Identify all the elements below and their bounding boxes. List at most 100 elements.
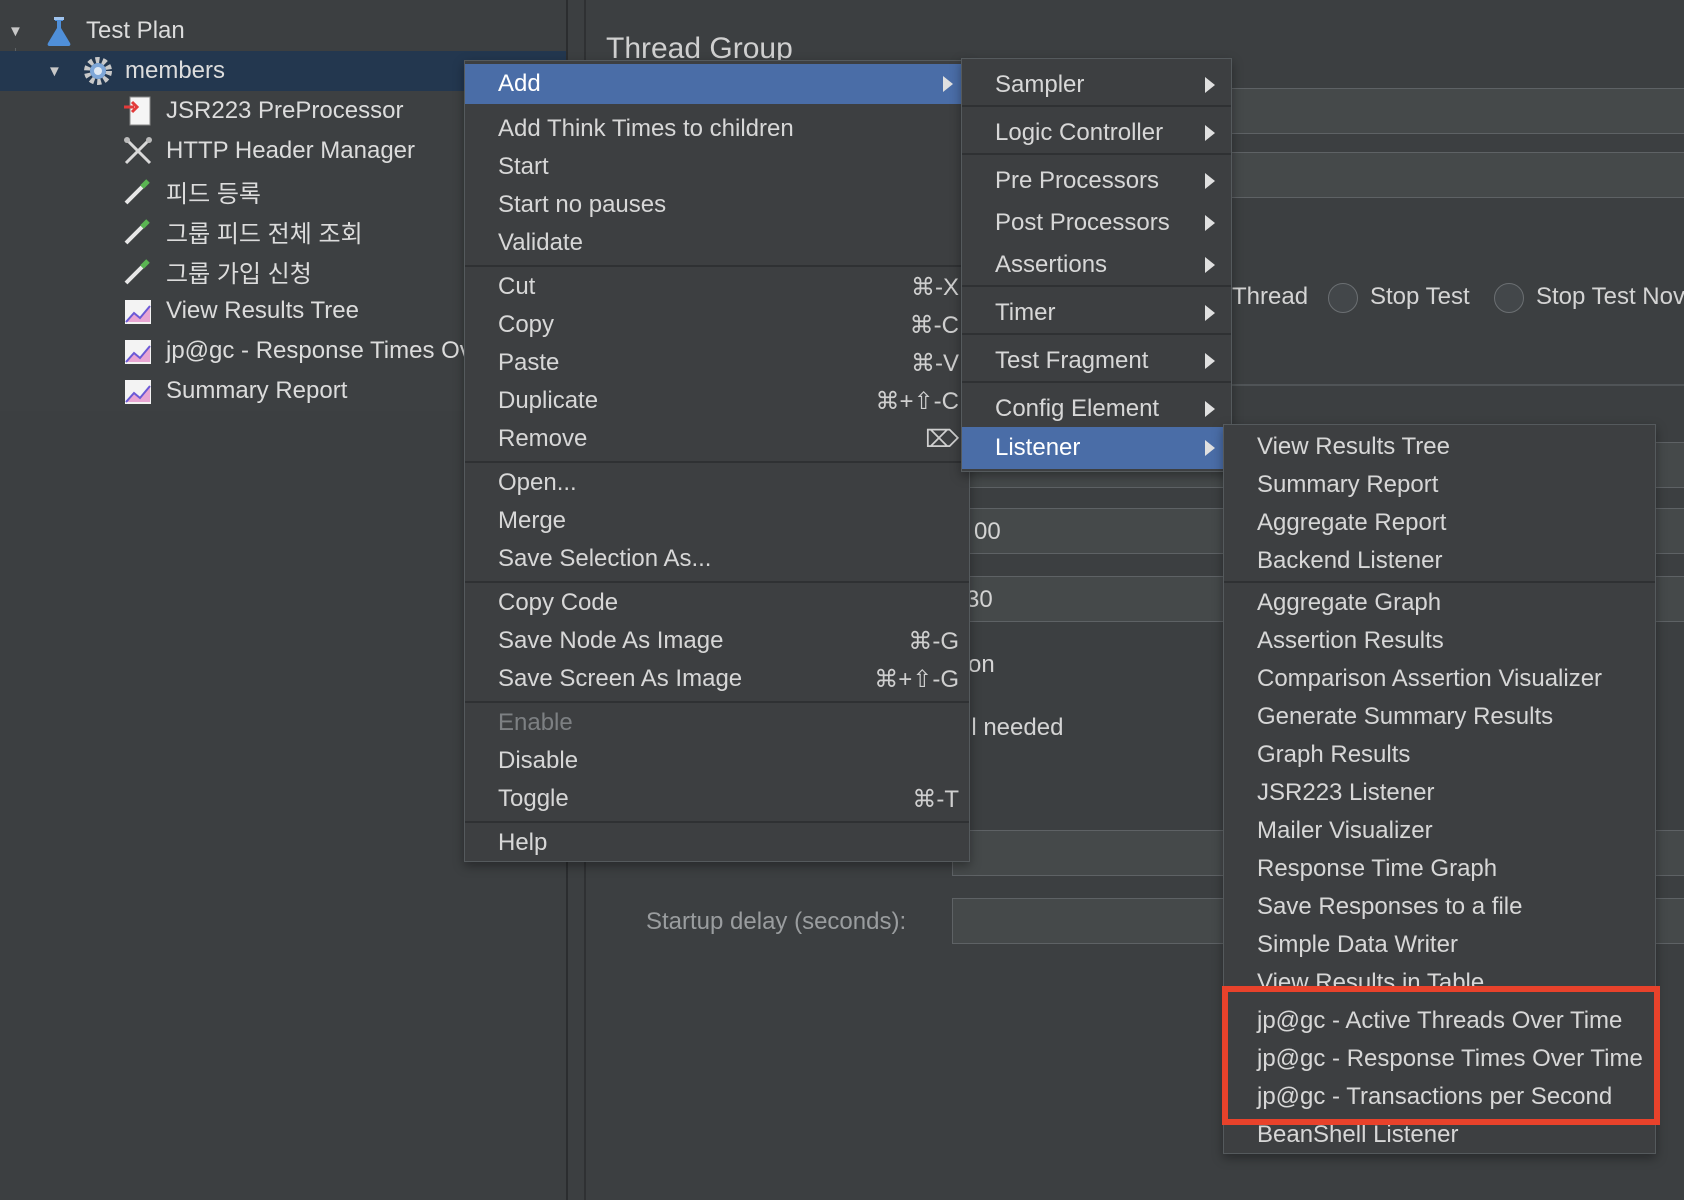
tree-item-label: jp@gc - Response Times Ov xyxy=(166,337,472,364)
delay-thread-creation-label: il needed xyxy=(966,714,1064,741)
preprocessor-icon xyxy=(121,94,155,128)
radio-label-start-next-thread: Thread xyxy=(1232,283,1309,310)
listener-response-time-graph[interactable]: Response Time Graph xyxy=(1224,851,1655,887)
graph-icon xyxy=(121,334,155,368)
submenu-item-post-processors[interactable]: Post Processors xyxy=(962,203,1231,243)
listener-backend-listener[interactable]: Backend Listener xyxy=(1224,543,1655,579)
submenu-item-pre-processors[interactable]: Pre Processors xyxy=(962,161,1231,201)
stop-test-radio[interactable] xyxy=(1328,283,1358,313)
listener-view-results-tree[interactable]: View Results Tree xyxy=(1224,429,1655,465)
submenu-item-listener[interactable]: Listener xyxy=(962,427,1231,469)
menu-item-start-no-pauses[interactable]: Start no pauses xyxy=(465,187,969,223)
tree-item-label: Summary Report xyxy=(166,377,348,404)
tree-item-label: members xyxy=(125,57,226,84)
pipette-icon xyxy=(121,174,155,208)
submenu-item-sampler[interactable]: Sampler xyxy=(962,65,1231,105)
menu-separator xyxy=(465,265,969,267)
tools-icon xyxy=(121,134,155,168)
tree-item-label: 그룹 가입 신청 xyxy=(166,260,312,288)
menu-item-enable: Enable xyxy=(498,709,573,736)
listener-comparison-assertion-visualizer[interactable]: Comparison Assertion Visualizer xyxy=(1224,661,1655,697)
same-user-label: on xyxy=(968,651,995,678)
listener-graph-results[interactable]: Graph Results xyxy=(1224,737,1655,773)
submenu-item-test-fragment[interactable]: Test Fragment xyxy=(962,341,1231,381)
menu-separator xyxy=(962,285,1231,287)
menu-item-remove[interactable]: Remove ⌦ xyxy=(465,421,969,457)
menu-item-open[interactable]: Open... xyxy=(465,465,969,501)
flask-icon xyxy=(42,14,76,48)
submenu-item-config-element[interactable]: Config Element xyxy=(962,389,1231,429)
startup-delay-label: Startup delay (seconds): xyxy=(646,908,907,935)
menu-item-add[interactable]: Add xyxy=(465,64,969,104)
graph-icon xyxy=(121,374,155,408)
pipette-icon xyxy=(121,214,155,248)
submenu-arrow-icon xyxy=(1205,401,1215,417)
tree-item-label: JSR223 PreProcessor xyxy=(166,97,404,124)
delete-key-icon: ⌦ xyxy=(925,425,959,453)
stop-test-now-label: Stop Test Nov xyxy=(1536,283,1684,310)
tree-item-test-plan[interactable]: ▼ Test Plan xyxy=(0,11,566,51)
tree-item-label: 피드 등록 xyxy=(166,180,261,208)
submenu-arrow-icon xyxy=(943,76,953,92)
submenu-arrow-icon xyxy=(1205,440,1215,456)
listener-summary-report[interactable]: Summary Report xyxy=(1224,467,1655,503)
submenu-arrow-icon xyxy=(1205,215,1215,231)
submenu-arrow-icon xyxy=(1205,353,1215,369)
annotation-highlight-box xyxy=(1222,986,1660,1125)
expand-toggle-icon[interactable]: ▼ xyxy=(8,23,23,40)
graph-icon xyxy=(121,294,155,328)
menu-item-save-selection-as[interactable]: Save Selection As... xyxy=(465,541,969,577)
stop-test-now-radio[interactable] xyxy=(1494,283,1524,313)
menu-separator xyxy=(1224,581,1655,583)
expand-toggle-icon[interactable]: ▼ xyxy=(47,63,62,80)
listener-simple-data-writer[interactable]: Simple Data Writer xyxy=(1224,927,1655,963)
menu-item-copy-code[interactable]: Copy Code xyxy=(465,585,969,621)
submenu-item-logic-controller[interactable]: Logic Controller xyxy=(962,113,1231,153)
submenu-arrow-icon xyxy=(1205,173,1215,189)
submenu-arrow-icon xyxy=(1205,77,1215,93)
menu-item-cut[interactable]: Cut ⌘-X xyxy=(465,269,969,305)
gear-icon xyxy=(81,54,115,88)
submenu-item-timer[interactable]: Timer xyxy=(962,293,1231,333)
submenu-item-assertions[interactable]: Assertions xyxy=(962,245,1231,285)
menu-separator xyxy=(962,153,1231,155)
menu-separator xyxy=(962,333,1231,335)
ramp-up-value: 00 xyxy=(974,518,1001,545)
menu-item-copy[interactable]: Copy ⌘-C xyxy=(465,307,969,343)
menu-separator xyxy=(465,581,969,583)
listener-aggregate-graph[interactable]: Aggregate Graph xyxy=(1224,585,1655,621)
menu-separator xyxy=(962,105,1231,107)
tree-item-label: 그룹 피드 전체 조회 xyxy=(166,220,363,248)
listener-jsr223-listener[interactable]: JSR223 Listener xyxy=(1224,775,1655,811)
submenu-arrow-icon xyxy=(1205,305,1215,321)
stop-test-label: Stop Test xyxy=(1370,283,1470,310)
listener-aggregate-report[interactable]: Aggregate Report xyxy=(1224,505,1655,541)
menu-item-paste[interactable]: Paste ⌘-V xyxy=(465,345,969,381)
listener-generate-summary-results[interactable]: Generate Summary Results xyxy=(1224,699,1655,735)
menu-item-merge[interactable]: Merge xyxy=(465,503,969,539)
pipette-icon xyxy=(121,254,155,288)
menu-item-toggle[interactable]: Toggle ⌘-T xyxy=(465,781,969,817)
menu-item-save-node-as-image[interactable]: Save Node As Image ⌘-G xyxy=(465,623,969,659)
loop-count-value: 30 xyxy=(966,586,993,613)
menu-item-duplicate[interactable]: Duplicate ⌘+⇧-C xyxy=(465,383,969,419)
menu-item-disable[interactable]: Disable xyxy=(465,743,969,779)
menu-separator xyxy=(962,381,1231,383)
menu-separator xyxy=(465,461,969,463)
menu-separator xyxy=(465,821,969,823)
context-menu: Add Add Think Times to children Start St… xyxy=(464,60,970,862)
add-submenu: Sampler Logic Controller Pre Processors … xyxy=(961,58,1232,472)
tree-item-label: View Results Tree xyxy=(166,297,359,324)
menu-item-add-think-times[interactable]: Add Think Times to children xyxy=(465,111,969,147)
submenu-arrow-icon xyxy=(1205,257,1215,273)
tree-item-label: HTTP Header Manager xyxy=(166,137,415,164)
listener-mailer-visualizer[interactable]: Mailer Visualizer xyxy=(1224,813,1655,849)
submenu-arrow-icon xyxy=(1205,125,1215,141)
menu-item-validate[interactable]: Validate xyxy=(465,225,969,261)
menu-separator xyxy=(465,701,969,703)
listener-save-responses[interactable]: Save Responses to a file xyxy=(1224,889,1655,925)
menu-item-help[interactable]: Help xyxy=(465,825,969,861)
menu-item-start[interactable]: Start xyxy=(465,149,969,185)
listener-assertion-results[interactable]: Assertion Results xyxy=(1224,623,1655,659)
menu-item-save-screen-as-image[interactable]: Save Screen As Image ⌘+⇧-G xyxy=(465,661,969,697)
